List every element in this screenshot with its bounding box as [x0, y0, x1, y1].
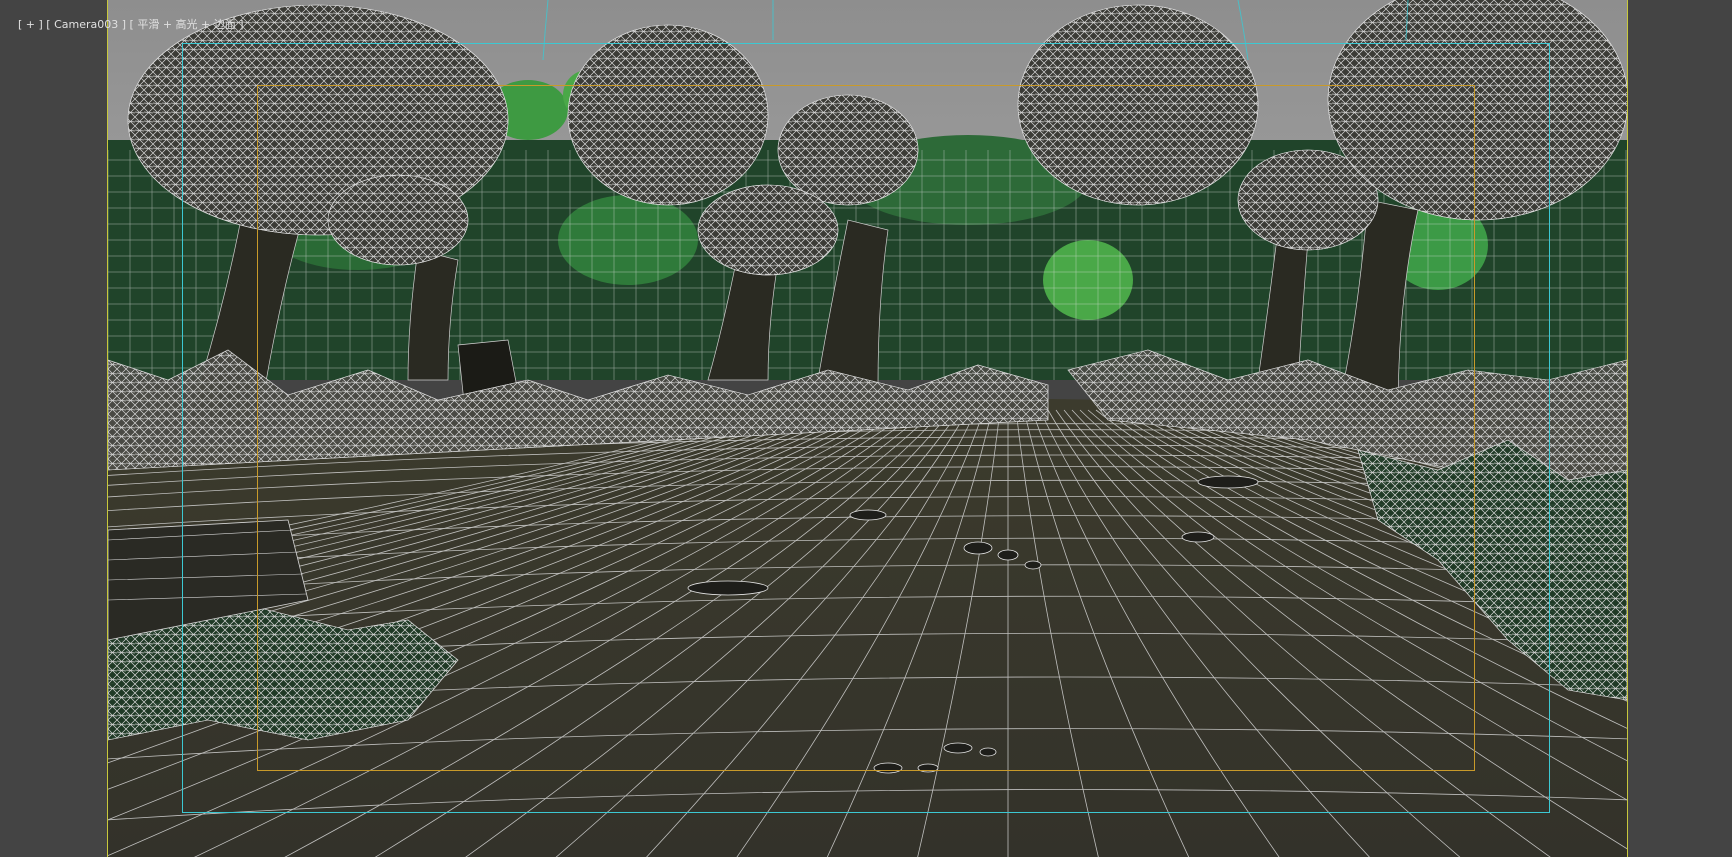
shading-mode-button[interactable]: [ 平滑 + 高光 + 边面 ] — [130, 18, 244, 31]
camera-render-view[interactable] — [107, 0, 1628, 857]
viewport-label: [ + ] [ Camera003 ] [ 平滑 + 高光 + 边面 ] — [4, 1, 244, 31]
right-gutter — [1627, 0, 1732, 857]
viewport-menu-button[interactable]: [ + ] — [18, 18, 43, 31]
left-gutter — [0, 18, 106, 857]
camera-menu-button[interactable]: [ Camera003 ] — [46, 18, 126, 31]
wireframe-scene — [108, 0, 1627, 857]
viewport[interactable]: [ + ] [ Camera003 ] [ 平滑 + 高光 + 边面 ] — [0, 0, 1732, 857]
